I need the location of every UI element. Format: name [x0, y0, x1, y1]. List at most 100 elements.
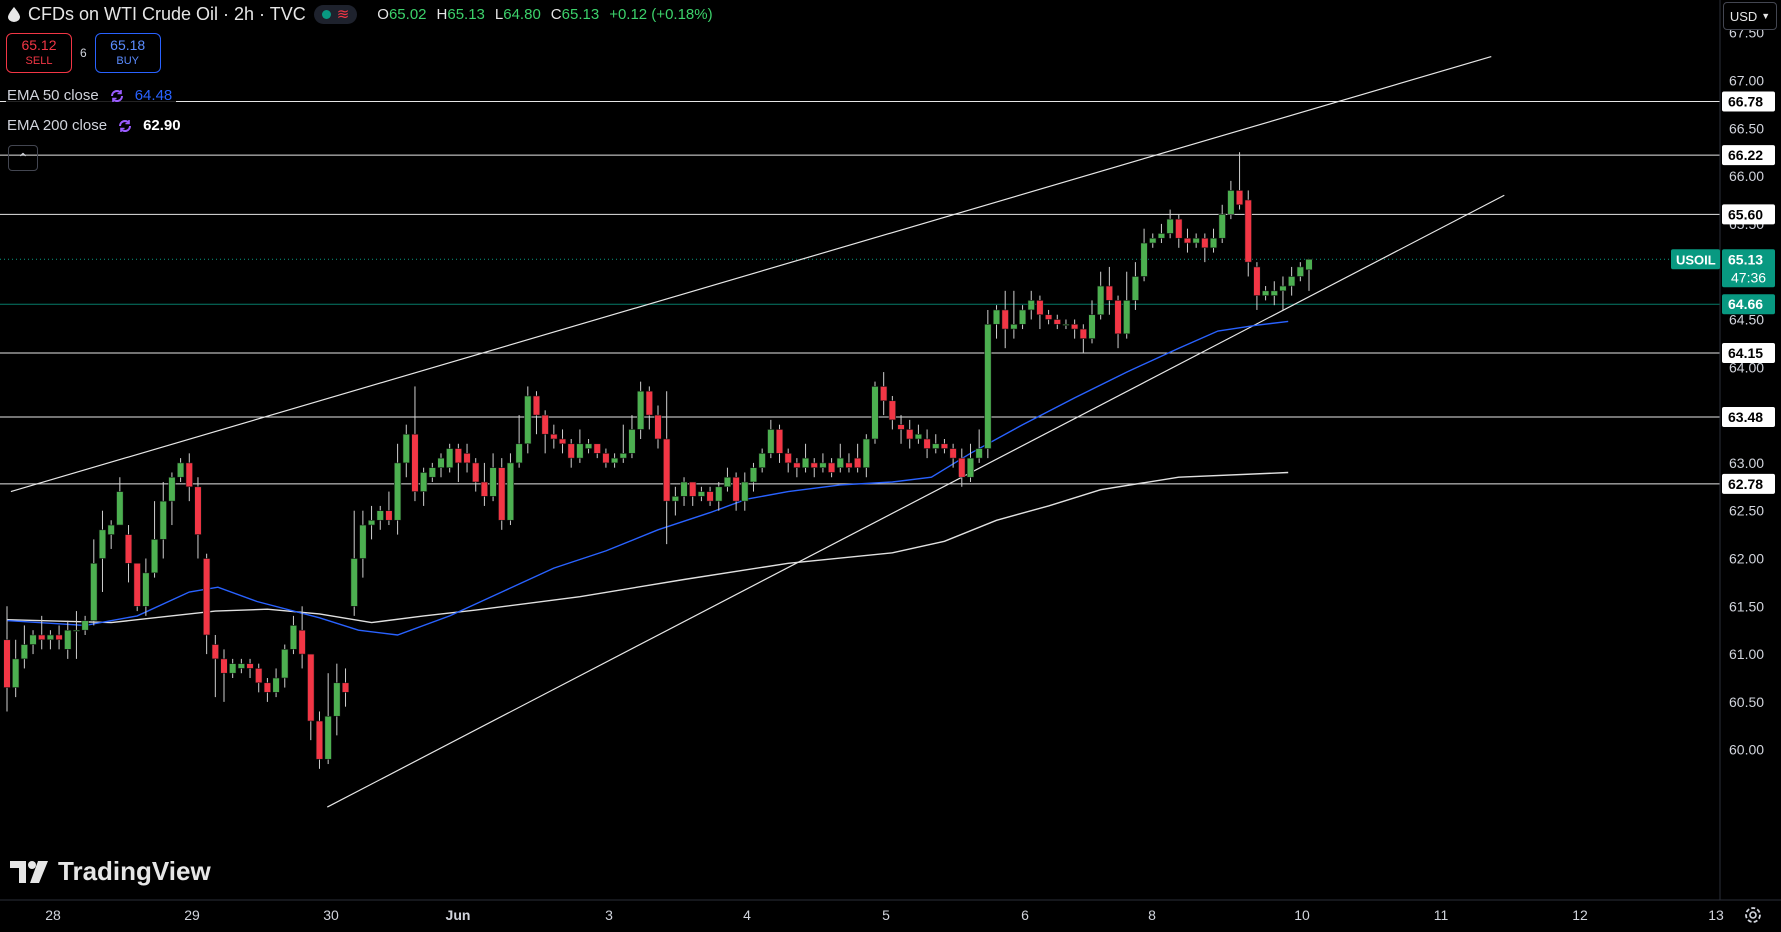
- candle-body: [472, 462, 480, 483]
- candle-body: [1140, 242, 1148, 277]
- candle-body: [888, 400, 896, 421]
- sell-price: 65.12: [21, 37, 57, 53]
- candle-body: [1235, 190, 1244, 206]
- time-tick-label: Jun: [446, 907, 471, 923]
- level-label-text: 64.15: [1728, 345, 1763, 361]
- wave-icon: ≋: [336, 5, 350, 23]
- candle-body: [246, 663, 254, 669]
- candle-body: [515, 443, 523, 464]
- candle-body: [90, 562, 98, 621]
- candle-body: [1183, 237, 1192, 244]
- candle-body: [341, 682, 350, 693]
- candle-body: [680, 481, 688, 497]
- candle-body: [38, 634, 46, 641]
- candle-body: [359, 524, 367, 559]
- last-price-label: USOIL 65.13 47:36: [1671, 249, 1775, 288]
- ema50-line: [6, 320, 1289, 636]
- sell-button[interactable]: 65.12 SELL: [6, 33, 72, 73]
- candle-body: [749, 467, 758, 483]
- candle-body: [307, 653, 315, 722]
- candle-body: [168, 476, 176, 502]
- candle-body: [1157, 233, 1166, 239]
- loading-cycle-icon: [119, 119, 132, 132]
- candle-body: [324, 715, 332, 760]
- candle-body: [1227, 190, 1235, 215]
- candle-body: [211, 644, 219, 660]
- price-chart[interactable]: 67.5067.0066.5066.0065.5065.0064.5064.00…: [0, 0, 1781, 932]
- legend-ema200[interactable]: EMA 200 close 62.90: [6, 115, 185, 136]
- price-tick-label: 63.00: [1729, 455, 1764, 471]
- candle-body: [29, 634, 37, 645]
- candle-body: [12, 658, 20, 688]
- candle-body: [185, 462, 193, 488]
- level-label: 63.48: [1722, 407, 1775, 428]
- candle-body: [654, 414, 662, 440]
- market-status[interactable]: ≋: [313, 4, 358, 24]
- collapse-legend-button[interactable]: ⌃: [8, 145, 38, 171]
- price-tick-label: 66.00: [1729, 168, 1764, 184]
- candle-body: [645, 390, 653, 416]
- candle-body: [958, 457, 966, 478]
- candle-body: [663, 438, 671, 502]
- candle-body: [315, 720, 324, 760]
- candle-body: [906, 429, 914, 440]
- candle-body: [1296, 266, 1304, 277]
- time-tick-label: 8: [1148, 907, 1156, 923]
- candle-body: [584, 443, 593, 449]
- candle-body: [1166, 218, 1174, 234]
- symbol-title[interactable]: CFDs on WTI Crude Oil · 2h · TVC: [28, 4, 306, 25]
- trendline-upper-channel: [10, 56, 1492, 493]
- candle-body: [1192, 237, 1200, 244]
- candle-body: [98, 529, 107, 559]
- ohlc-open: O65.02: [377, 5, 427, 23]
- candle-body: [55, 634, 63, 641]
- buy-button[interactable]: 65.18 BUY: [94, 33, 161, 73]
- candle-body: [758, 453, 766, 468]
- candle-body: [775, 429, 784, 454]
- candle-body: [1071, 323, 1079, 330]
- candle-body: [637, 390, 645, 430]
- candle-body: [498, 467, 506, 521]
- candle-body: [966, 457, 975, 478]
- candle-body: [116, 491, 124, 526]
- candle-body: [975, 448, 983, 459]
- candle-body: [350, 558, 358, 607]
- candle-body: [932, 443, 940, 449]
- candle-body: [1027, 300, 1035, 311]
- legend-ema50[interactable]: EMA 50 close 64.48: [6, 85, 177, 106]
- candle-body: [897, 424, 905, 430]
- ohlc-change: +0.12 (+0.18%): [609, 5, 713, 23]
- loading-cycle-icon: [110, 89, 123, 102]
- candle-body: [376, 510, 384, 521]
- tradingview-logo[interactable]: TradingView: [10, 856, 211, 887]
- time-tick-label: 4: [743, 907, 751, 923]
- currency-selector[interactable]: USD ▼: [1723, 2, 1777, 30]
- candle-body: [819, 462, 827, 468]
- candle-body: [949, 448, 957, 459]
- price-tick-label: 66.50: [1729, 120, 1764, 136]
- candle-body: [558, 438, 567, 445]
- candle-body: [420, 472, 428, 492]
- candle-body: [984, 323, 992, 449]
- time-tick-label: 13: [1708, 907, 1724, 923]
- candle-body: [454, 448, 462, 464]
- level-label-text: 62.78: [1728, 476, 1763, 492]
- candle-body: [237, 663, 245, 669]
- candle-body: [194, 486, 202, 535]
- level-label: 66.78: [1722, 91, 1775, 112]
- candle-body: [715, 486, 723, 502]
- candle-body: [697, 491, 705, 497]
- candle-body: [610, 457, 619, 464]
- settings-gear-icon[interactable]: [1742, 904, 1764, 926]
- candle-body: [854, 457, 862, 468]
- candle-body: [706, 491, 714, 502]
- chevron-down-icon: ▼: [1761, 11, 1771, 21]
- candle-body: [1279, 285, 1287, 292]
- candle-body: [541, 414, 549, 435]
- candle-body: [124, 534, 133, 564]
- candle-body: [203, 558, 211, 636]
- time-tick-label: 5: [882, 907, 890, 923]
- level-label-text: 66.78: [1728, 94, 1763, 110]
- chevron-up-icon: ⌃: [17, 149, 29, 166]
- candle-body: [142, 572, 150, 607]
